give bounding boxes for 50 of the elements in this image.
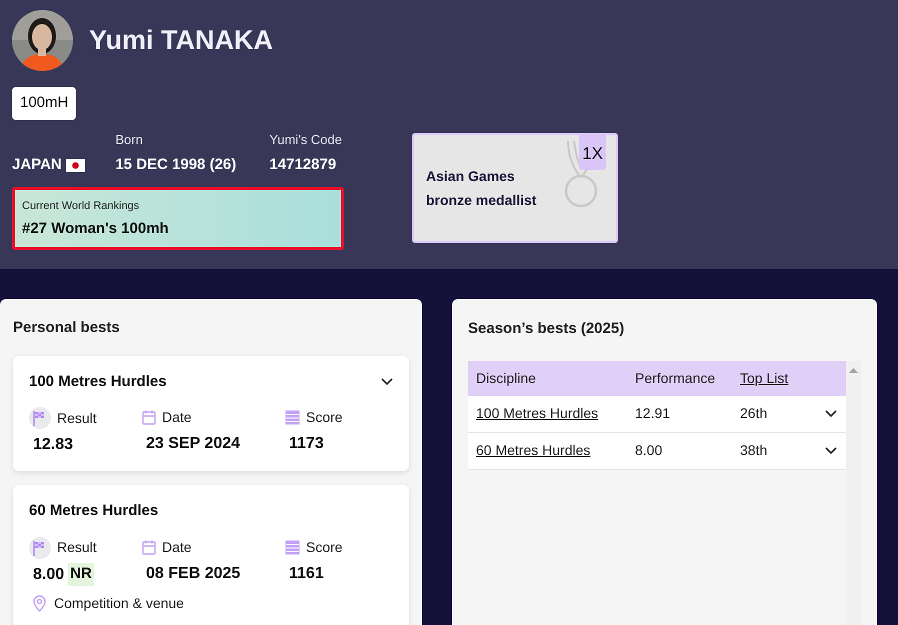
discipline-link[interactable]: 100 Metres Hurdles (476, 405, 598, 421)
stat-value: 8.00 (33, 564, 64, 584)
panel-title: Personal bests (13, 318, 121, 338)
stat-value: 08 FEB 2025 (146, 564, 240, 584)
panel-title: Season’s bests (2025) (468, 319, 626, 339)
performance-cell-text: 12.91 (635, 404, 672, 423)
stat-label: Result (57, 538, 97, 557)
stat-value: 1173 (289, 434, 324, 454)
ranking-label: Current World Rankings (22, 198, 140, 214)
list-icon (285, 540, 300, 554)
discipline-title: 100 Metres Hurdles (29, 372, 167, 392)
code-label: Yumi's Code (269, 130, 342, 148)
scrollbar[interactable] (846, 360, 861, 625)
calendar-icon (142, 540, 156, 554)
honour-title: Asian Games bronze medallist (426, 166, 538, 210)
calendar-icon (142, 410, 156, 425)
athlete-code: 14712879 (269, 155, 338, 175)
country-name: JAPAN (12, 155, 62, 175)
stat-value: 12.83 (33, 435, 74, 455)
discipline-tag: 100mH (12, 87, 76, 120)
stat-label: Date (162, 538, 192, 556)
stat-label: Score (306, 408, 343, 427)
checkered-flag-icon (29, 536, 51, 558)
venue-label: Competition & venue (54, 594, 184, 613)
stat-value: 1161 (289, 564, 324, 584)
stat-label: Score (306, 538, 343, 556)
column-header: Performance (635, 368, 716, 388)
stat-value: 23 SEP 2024 (146, 434, 240, 454)
chevron-down-icon[interactable] (825, 410, 837, 418)
stat-label: Result (57, 408, 97, 428)
list-icon (285, 410, 300, 425)
stat-label: Date (162, 408, 192, 427)
column-header[interactable]: Top List (740, 368, 788, 388)
ranking-value: #27 Woman's 100mh (22, 219, 170, 239)
born-date: 15 DEC 1998 (26) (115, 155, 238, 175)
chevron-down-icon[interactable] (381, 378, 393, 386)
top-list-cell-text: 26th (740, 404, 768, 423)
athlete-name: Yumi TANAKA (89, 24, 274, 58)
chevron-down-icon[interactable] (825, 446, 837, 454)
born-label: Born (115, 130, 144, 148)
discipline-link[interactable]: 60 Metres Hurdles (476, 442, 590, 458)
japan-flag-icon (66, 158, 85, 172)
performance-cell-text: 8.00 (635, 441, 664, 460)
honour-count: 1X (579, 134, 606, 170)
checkered-flag-icon (29, 407, 51, 429)
column-header: Discipline (475, 368, 537, 388)
record-badge: NR (68, 563, 94, 586)
discipline-title: 60 Metres Hurdles (29, 501, 158, 521)
top-list-cell-text: 38th (740, 441, 768, 460)
location-pin-icon (33, 594, 46, 612)
